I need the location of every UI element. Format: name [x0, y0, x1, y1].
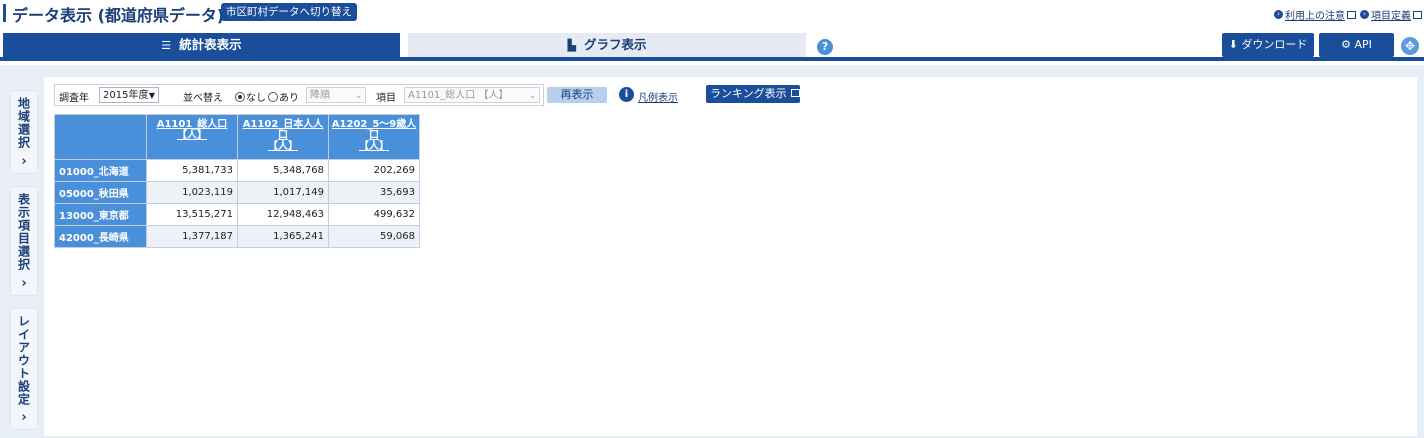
table-cell: 59,068 — [328, 225, 420, 248]
column-header-japanese-population[interactable]: A1102_日本人人 口 【人】 — [237, 114, 329, 160]
side-tab-region-select[interactable]: 地域選択 › — [10, 90, 38, 174]
side-tab-item-select[interactable]: 表示項目選択 › — [10, 186, 38, 296]
table-icon: ☰ — [161, 39, 172, 52]
side-tab-item-label: 表示項目選択 — [16, 193, 31, 271]
tab-table-view[interactable]: ☰ 統計表表示 — [3, 33, 400, 57]
column-header-total-population[interactable]: A1101_総人口 【人】 — [146, 114, 238, 160]
item-definition-label: 項目定義 — [1371, 11, 1411, 22]
row-header-region: 01000_北海道 — [54, 159, 147, 182]
sort-label: 並べ替え — [183, 93, 223, 104]
column-header-age-5-9-population[interactable]: A1202_5～9歳人 口 【人】 — [328, 114, 420, 160]
chevron-down-icon: ⌄ — [529, 91, 536, 100]
api-label: API — [1354, 38, 1372, 51]
chevron-down-icon: ▼ — [148, 91, 155, 100]
expand-icon[interactable]: ✥ — [1401, 37, 1419, 55]
order-value: 降順 — [310, 90, 330, 101]
chevron-down-icon: ⌄ — [355, 91, 362, 100]
radio-unchecked-icon — [268, 92, 278, 102]
download-icon: ⬇ — [1228, 38, 1238, 51]
column-header-unit: 【人】 — [268, 141, 298, 152]
radio-checked-icon — [235, 92, 245, 102]
year-label: 調査年 — [59, 93, 89, 104]
order-select[interactable]: 降順 ⌄ — [306, 87, 366, 103]
statistics-table: A1101_総人口 【人】 A1102_日本人人 口 【人】 A1202_5～9… — [54, 114, 420, 248]
table-cell: 1,023,119 — [146, 181, 238, 204]
sort-none-radio[interactable]: なし — [235, 89, 266, 104]
tab-graph-view-label: グラフ表示 — [583, 37, 647, 52]
info-icon: i — [619, 87, 634, 102]
legend-display-link[interactable]: 凡例表示 — [638, 89, 678, 104]
switch-to-municipality-button[interactable]: 市区町村データへ切り替え — [221, 3, 357, 21]
table-cell: 1,377,187 — [146, 225, 238, 248]
chevron-right-icon: › — [1360, 10, 1369, 19]
chevron-right-icon: › — [21, 410, 27, 425]
redisplay-button[interactable]: 再表示 — [547, 87, 607, 103]
tab-underline — [0, 57, 1424, 61]
table-row: 13000_東京都 13,515,271 12,948,463 499,632 — [54, 203, 420, 226]
column-header-line: A1202_5～9歳人 — [331, 119, 417, 130]
external-link-icon — [1347, 10, 1356, 19]
item-select[interactable]: A1101_総人口 【人】 ⌄ — [404, 87, 540, 103]
table-row: 05000_秋田県 1,023,119 1,017,149 35,693 — [54, 181, 420, 204]
row-header-region: 05000_秋田県 — [54, 181, 147, 204]
chevron-right-icon: › — [21, 154, 27, 169]
table-cell: 499,632 — [328, 203, 420, 226]
side-tab-layout-label: レイアウト設定 — [16, 315, 31, 406]
column-header-line: 口 — [369, 130, 379, 141]
gear-icon: ⚙ — [1341, 38, 1351, 51]
table-cell: 1,365,241 — [237, 225, 329, 248]
sort-none-label: なし — [246, 93, 266, 104]
column-header-unit: 【人】 — [359, 141, 389, 152]
row-header-region: 42000_長崎県 — [54, 225, 147, 248]
terms-of-use-link[interactable]: › 利用上の注意 — [1274, 7, 1356, 22]
table-cell: 202,269 — [328, 159, 420, 182]
terms-of-use-label: 利用上の注意 — [1285, 11, 1345, 22]
sort-yes-radio[interactable]: あり — [268, 89, 299, 104]
item-value: A1101_総人口 【人】 — [408, 90, 509, 101]
column-header-line: A1101_総人口 — [156, 119, 228, 130]
table-row: 01000_北海道 5,381,733 5,348,768 202,269 — [54, 159, 420, 182]
table-cell: 5,348,768 — [237, 159, 329, 182]
item-label: 項目 — [376, 93, 396, 104]
sort-yes-label: あり — [279, 93, 299, 104]
tab-table-view-label: 統計表表示 — [179, 37, 242, 52]
year-select[interactable]: 2015年度 ▼ — [99, 87, 159, 103]
column-header-line: A1102_日本人人 — [242, 119, 324, 130]
title-accent-bar — [3, 4, 6, 22]
column-header-line: 口 — [278, 130, 288, 141]
row-header-region: 13000_東京都 — [54, 203, 147, 226]
item-definition-link[interactable]: › 項目定義 — [1360, 7, 1422, 22]
side-tab-region-label: 地域選択 — [16, 97, 31, 149]
table-corner-cell — [54, 114, 147, 160]
help-icon[interactable]: ? — [817, 39, 833, 55]
side-tab-layout-settings[interactable]: レイアウト設定 › — [10, 308, 38, 430]
ranking-display-button[interactable]: ランキング表示 — [706, 85, 800, 103]
download-label: ダウンロード — [1241, 38, 1308, 51]
chevron-right-icon: › — [1274, 10, 1283, 19]
control-bar: 調査年 2015年度 ▼ 並べ替え なし あり 降順 ⌄ 項目 A1101_総人口 … — [54, 84, 544, 106]
table-cell: 35,693 — [328, 181, 420, 204]
table-cell: 12,948,463 — [237, 203, 329, 226]
table-cell: 13,515,271 — [146, 203, 238, 226]
tab-graph-view[interactable]: ▙ グラフ表示 — [408, 33, 806, 57]
ranking-display-label: ランキング表示 — [710, 87, 787, 100]
year-value: 2015年度 — [103, 90, 149, 101]
external-link-icon — [790, 89, 800, 97]
table-cell: 5,381,733 — [146, 159, 238, 182]
page-header: データ表示 (都道府県データ) 市区町村データへ切り替え › 利用上の注意 › … — [0, 0, 1424, 28]
table-row: 42000_長崎県 1,377,187 1,365,241 59,068 — [54, 225, 420, 248]
table-cell: 1,017,149 — [237, 181, 329, 204]
download-button[interactable]: ⬇ ダウンロード — [1222, 33, 1314, 57]
chevron-right-icon: › — [21, 276, 27, 291]
bar-chart-icon: ▙ — [567, 39, 576, 52]
page-title: データ表示 (都道府県データ) — [12, 6, 225, 25]
external-link-icon — [1413, 10, 1422, 19]
api-button[interactable]: ⚙ API — [1319, 33, 1394, 57]
column-header-unit: 【人】 — [177, 130, 207, 141]
